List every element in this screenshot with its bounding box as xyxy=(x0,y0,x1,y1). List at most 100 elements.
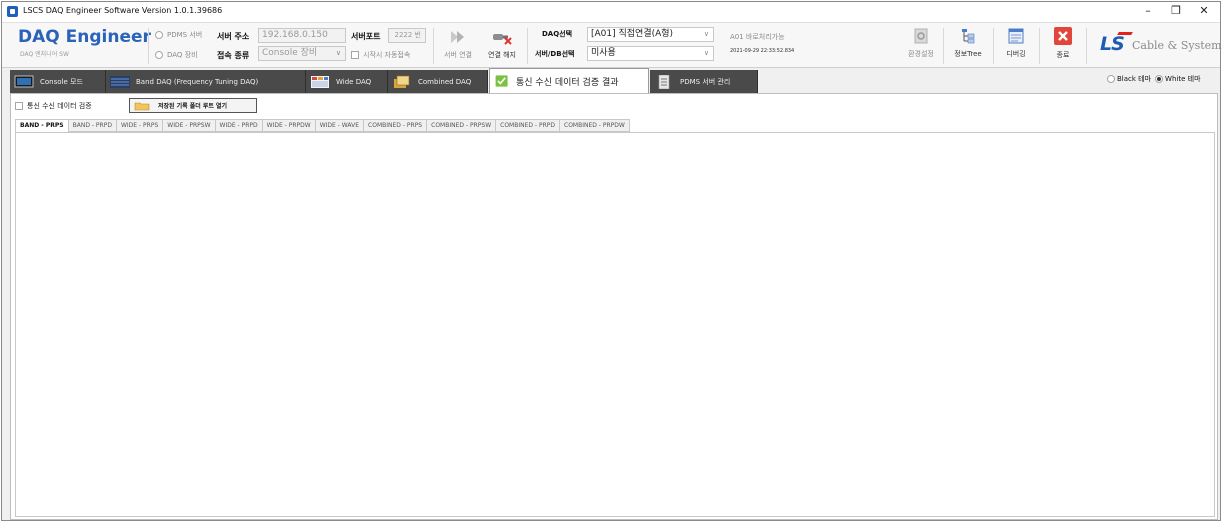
folder-icon xyxy=(134,102,150,110)
subtab-wide-prpdw[interactable]: WIDE - PRPDW xyxy=(262,119,316,132)
debug-window-icon xyxy=(1008,28,1024,44)
combined-icon xyxy=(394,75,410,88)
daq-timestamp: 2021-09-29 22:33:52.834 xyxy=(730,48,795,54)
open-folder-label: 저장된 기록 폴더 루트 열기 xyxy=(158,103,228,110)
chevron-down-icon: ∨ xyxy=(703,30,709,38)
monitor-icon xyxy=(14,75,34,87)
maximize-button[interactable]: ❐ xyxy=(1162,3,1190,20)
tab-console-mode[interactable]: Console 모드 xyxy=(10,70,106,93)
env-settings-button[interactable]: 환경설정 xyxy=(902,27,940,59)
subtab-combined-prpd[interactable]: COMBINED - PRPD xyxy=(496,119,561,132)
divider xyxy=(1039,28,1040,64)
daq-select-label: DAQ선택 xyxy=(542,30,573,38)
debug-button[interactable]: 디버깅 xyxy=(997,27,1035,59)
disconnect-label: 연결 해지 xyxy=(488,51,516,59)
conn-type-select[interactable]: Console 장비 ∨ xyxy=(258,46,346,61)
radio-dot xyxy=(155,51,163,59)
server-port-label: 서버포트 xyxy=(351,32,381,41)
play-arrow-icon xyxy=(451,31,464,43)
checkbox-box xyxy=(15,102,23,110)
mode-label-pdms: PDMS 서버 xyxy=(167,31,203,39)
tree-icon xyxy=(962,29,975,44)
verify-result-panel: 통신 수신 데이터 검증 저장된 기록 폴더 루트 열기 BAND - PRPS… xyxy=(10,93,1218,520)
info-tree-button[interactable]: 정보Tree xyxy=(947,27,989,59)
band-wave-icon xyxy=(110,75,130,88)
divider xyxy=(993,28,994,64)
sub-tab-content xyxy=(15,132,1215,517)
daq-status-text: A01 바로처리가능 xyxy=(730,33,785,41)
divider xyxy=(148,28,149,64)
subtab-combined-prps[interactable]: COMBINED - PRPS xyxy=(364,119,428,132)
chevron-down-icon: ∨ xyxy=(703,49,709,57)
minimize-button[interactable]: – xyxy=(1134,3,1162,20)
exit-x-icon xyxy=(1054,27,1072,45)
settings-doc-icon xyxy=(914,28,928,44)
subtab-combined-prpsw[interactable]: COMBINED - PRPSW xyxy=(427,119,497,132)
app-window: LSCS DAQ Engineer Software Version 1.0.1… xyxy=(1,1,1222,521)
brand-subtitle: DAQ 엔지니어 SW xyxy=(20,51,69,58)
exit-label: 종료 xyxy=(1056,51,1070,59)
db-select-label: 서버/DB선택 xyxy=(535,50,575,58)
main-tab-strip: Console 모드 Band DAQ (Frequency Tuning DA… xyxy=(10,68,1220,93)
open-folder-button[interactable]: 저장된 기록 폴더 루트 열기 xyxy=(129,98,257,113)
radio-dot xyxy=(155,31,163,39)
close-window-button[interactable]: ✕ xyxy=(1190,3,1218,20)
tab-combined-daq[interactable]: Combined DAQ xyxy=(388,70,488,93)
subtab-band-prpd[interactable]: BAND - PRPD xyxy=(68,119,117,132)
connect-button[interactable]: 서버 연결 xyxy=(439,28,477,60)
daq-select[interactable]: [A01] 직접연결(A형) ∨ xyxy=(587,27,714,42)
db-select-value: 미사용 xyxy=(591,48,616,58)
theme-white-label: White 테마 xyxy=(1165,75,1201,83)
verify-data-checkbox[interactable]: 통신 수신 데이터 검증 xyxy=(15,101,92,111)
conn-type-value: Console 장비 xyxy=(262,48,318,58)
unplug-icon xyxy=(493,34,512,45)
tab-pdms-server[interactable]: PDMS 서버 관리 xyxy=(650,70,758,93)
subtab-combined-prpdw[interactable]: COMBINED - PRPDW xyxy=(560,119,630,132)
tab-label: Combined DAQ xyxy=(418,77,472,86)
db-select[interactable]: 미사용 ∨ xyxy=(587,46,714,61)
check-icon xyxy=(495,75,508,87)
subtab-wide-wave[interactable]: WIDE - WAVE xyxy=(315,119,365,132)
checkbox-box xyxy=(351,51,359,59)
info-tree-label: 정보Tree xyxy=(954,50,982,58)
server-address-input[interactable]: 192.168.0.150 xyxy=(258,28,346,43)
auto-connect-checkbox[interactable]: 시작시 자동접속 xyxy=(351,50,410,60)
brand-title: DAQ Engineer xyxy=(18,27,151,47)
subtab-wide-prpd[interactable]: WIDE - PRPD xyxy=(215,119,263,132)
exit-button[interactable]: 종료 xyxy=(1044,26,1082,60)
mode-label-daq: DAQ 장비 xyxy=(167,51,198,59)
subtab-wide-prpsw[interactable]: WIDE - PRPSW xyxy=(163,119,216,132)
server-port-input[interactable]: 2222 번 xyxy=(388,28,426,43)
divider xyxy=(527,28,528,64)
subtab-band-prps[interactable]: BAND - PRPS xyxy=(15,119,69,133)
mode-radio-daq[interactable]: DAQ 장비 xyxy=(155,50,198,60)
divider xyxy=(433,28,434,64)
daq-select-value: [A01] 직접연결(A형) xyxy=(591,29,674,39)
tab-label: Band DAQ (Frequency Tuning DAQ) xyxy=(136,77,259,86)
theme-black-label: Black 테마 xyxy=(1117,75,1152,83)
title-bar: LSCS DAQ Engineer Software Version 1.0.1… xyxy=(2,2,1220,22)
toolbar-header: DAQ Engineer DAQ 엔지니어 SW PDMS 서버 DAQ 장비 … xyxy=(2,22,1222,68)
grid-chart-icon xyxy=(311,75,329,88)
verify-data-label: 통신 수신 데이터 검증 xyxy=(27,102,92,110)
ls-logo-text: Cable & System xyxy=(1132,39,1222,52)
mode-radio-pdms[interactable]: PDMS 서버 xyxy=(155,30,202,40)
window-title: LSCS DAQ Engineer Software Version 1.0.1… xyxy=(23,6,223,15)
theme-selector: Black 테마 White 테마 xyxy=(1107,74,1201,84)
sub-tab-strip: BAND - PRPS BAND - PRPD WIDE - PRPS WIDE… xyxy=(15,119,630,133)
server-address-label: 서버 주소 xyxy=(217,32,250,41)
auto-connect-label: 시작시 자동접속 xyxy=(363,51,411,59)
subtab-wide-prps[interactable]: WIDE - PRPS xyxy=(116,119,164,132)
divider xyxy=(1086,28,1087,64)
debug-label: 디버깅 xyxy=(1006,50,1026,58)
radio-white-theme[interactable] xyxy=(1155,75,1164,83)
tab-band-daq[interactable]: Band DAQ (Frequency Tuning DAQ) xyxy=(106,70,306,93)
tab-verify-result[interactable]: 통신 수신 데이터 검증 결과 xyxy=(489,68,649,93)
connect-label: 서버 연결 xyxy=(444,51,472,59)
disconnect-button[interactable]: 연결 해지 xyxy=(482,28,522,60)
tab-label: Wide DAQ xyxy=(336,77,372,86)
divider xyxy=(943,28,944,64)
server-icon xyxy=(658,74,670,89)
tab-wide-daq[interactable]: Wide DAQ xyxy=(306,70,388,93)
radio-black-theme[interactable] xyxy=(1107,75,1115,83)
